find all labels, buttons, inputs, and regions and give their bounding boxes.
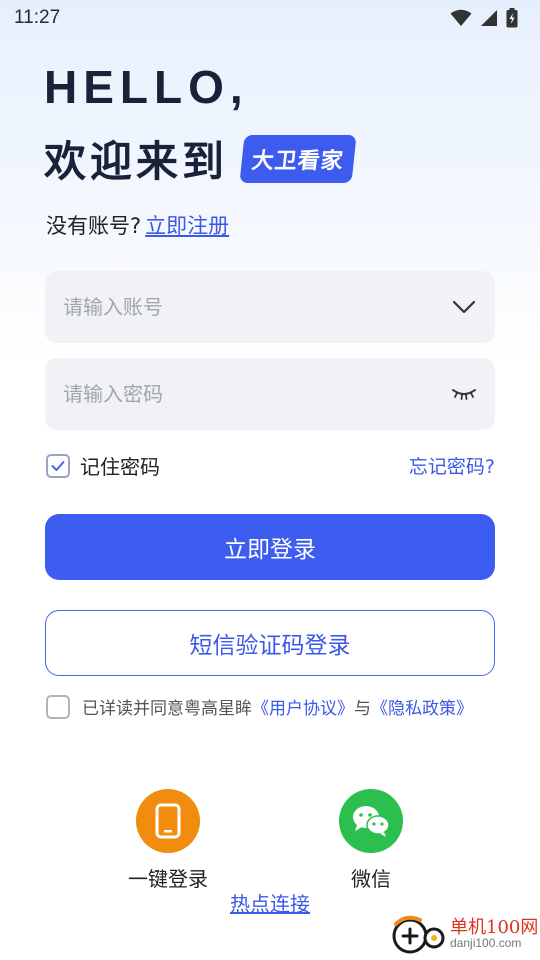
login-button[interactable]: 立即登录 [45, 514, 495, 580]
register-row: 没有账号? 立即注册 [46, 210, 229, 240]
agreement-checkbox[interactable] [46, 694, 70, 719]
sms-login-button[interactable]: 短信验证码登录 [45, 610, 495, 676]
register-prompt: 没有账号? [46, 214, 142, 238]
hotspot-connect-link[interactable]: 热点连接 [0, 888, 540, 917]
brand-logo: 大卫看家 [239, 134, 357, 183]
forgot-password-link[interactable]: 忘记密码? [409, 452, 495, 479]
wifi-icon [450, 9, 472, 26]
account-field[interactable] [45, 271, 495, 343]
register-link[interactable]: 立即注册 [145, 214, 229, 238]
remember-password[interactable]: 记住密码 [46, 451, 160, 480]
one-click-login[interactable]: 一键登录 [108, 789, 228, 892]
account-input[interactable] [63, 295, 451, 319]
wechat-icon [353, 806, 390, 837]
status-bar: 11:27 [0, 0, 540, 36]
user-agreement-link[interactable]: 《用户协议》 [252, 694, 354, 719]
status-time: 11:27 [14, 7, 61, 28]
watermark-logo [390, 914, 446, 954]
phone-icon [155, 803, 181, 839]
eye-closed-icon[interactable] [451, 381, 477, 407]
agreement-row: 已详读并同意粤高星眸 《用户协议》 与 《隐私政策》 [46, 694, 473, 719]
agreement-prefix: 已详读并同意粤高星眸 [82, 699, 252, 719]
watermark-url: danji100.com [450, 936, 522, 951]
remember-checkbox[interactable] [46, 453, 70, 478]
watermark: 单机100网 danji100.com [390, 914, 538, 954]
welcome-heading: 欢迎来到 [44, 137, 229, 186]
password-field[interactable] [45, 358, 495, 430]
options-row: 记住密码 忘记密码? [46, 451, 495, 480]
wechat-login[interactable]: 微信 [311, 789, 431, 892]
watermark-name: 单机100网 [450, 916, 539, 938]
privacy-policy-link[interactable]: 《隐私政策》 [371, 694, 473, 719]
status-icons [450, 8, 518, 28]
wechat-login-button[interactable] [339, 789, 403, 853]
welcome-row: 欢迎来到 大卫看家 [44, 128, 357, 189]
hello-heading: HELLO, [44, 61, 249, 113]
chevron-down-icon[interactable] [451, 294, 477, 320]
cellular-signal-icon [481, 10, 497, 26]
check-icon [51, 460, 65, 471]
one-click-login-button[interactable] [136, 789, 200, 853]
remember-label: 记住密码 [80, 455, 160, 479]
battery-icon [506, 8, 518, 28]
watermark-text: 单机100网 danji100.com [450, 916, 539, 951]
password-input[interactable] [63, 382, 451, 406]
agreement-conjunction: 与 [354, 699, 371, 719]
